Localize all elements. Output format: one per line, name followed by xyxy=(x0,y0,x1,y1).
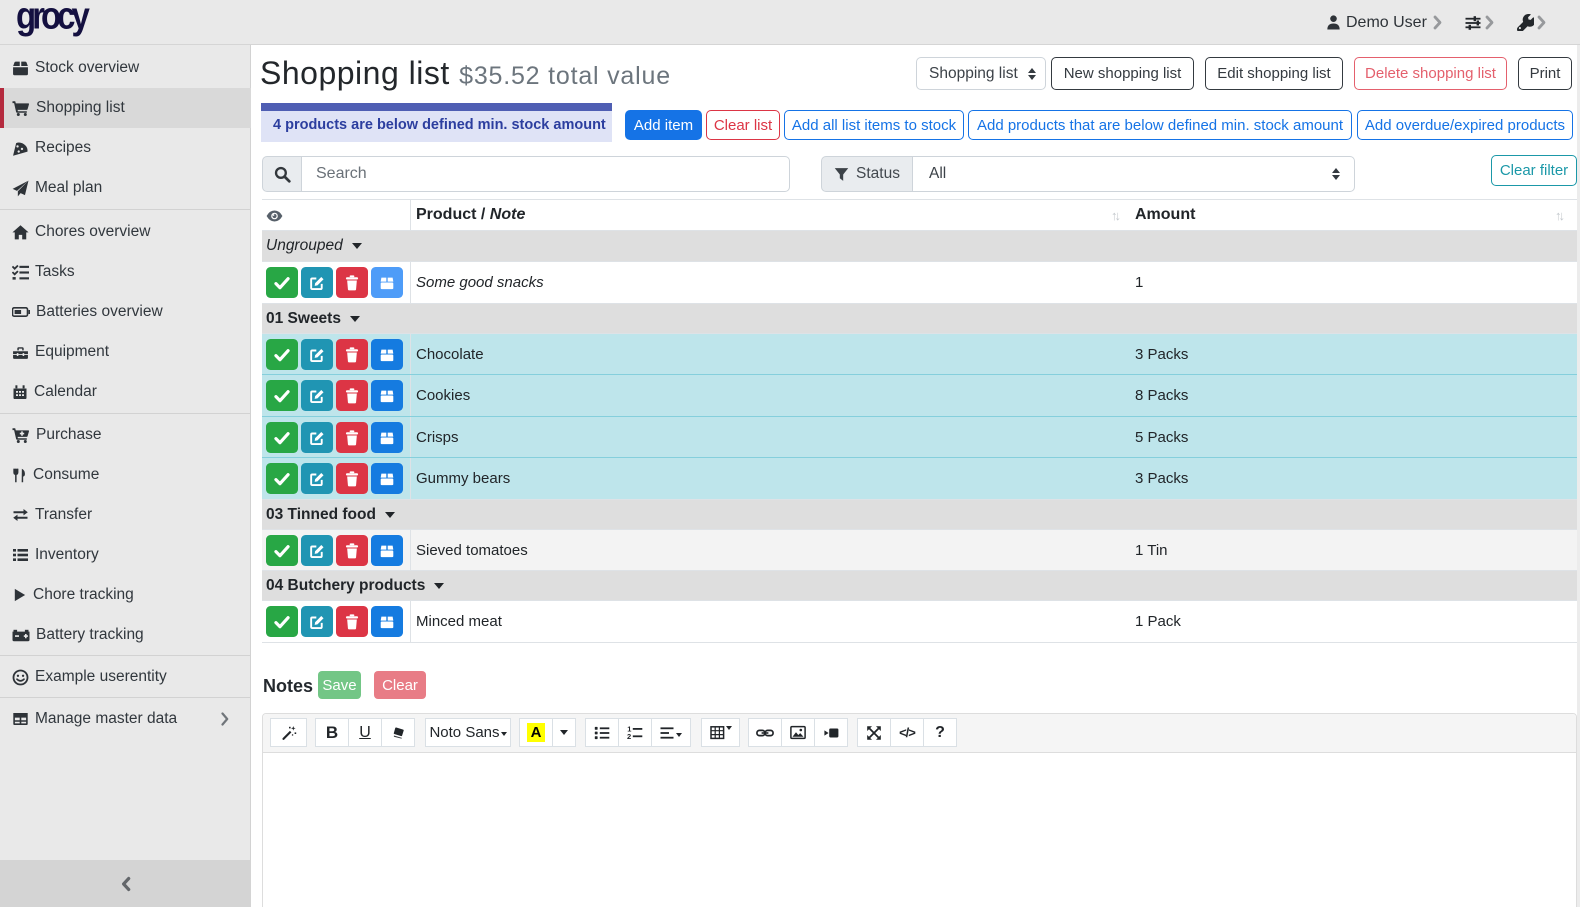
svg-text:2: 2 xyxy=(627,731,631,740)
